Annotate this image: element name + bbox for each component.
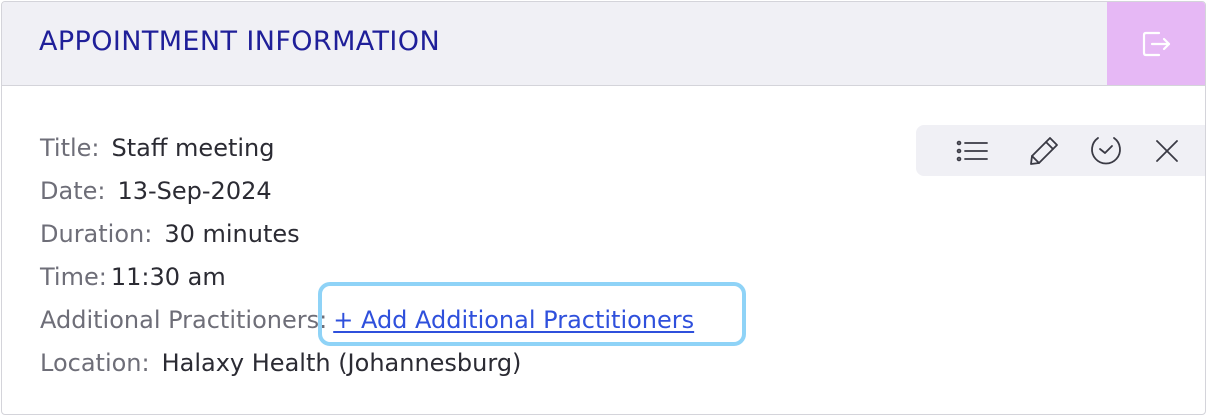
duration-value: 30 minutes	[164, 219, 300, 248]
edit-button[interactable]	[1027, 134, 1061, 168]
location-label: Location:	[40, 348, 150, 377]
panel-header: APPOINTMENT INFORMATION	[2, 2, 1205, 86]
reschedule-button[interactable]	[1089, 134, 1123, 168]
duration-label: Duration:	[40, 219, 153, 248]
panel-title: APPOINTMENT INFORMATION	[39, 26, 441, 57]
title-label: Title:	[40, 133, 100, 162]
date-value: 13-Sep-2024	[117, 176, 272, 205]
exit-button[interactable]	[1107, 2, 1205, 85]
list-button[interactable]	[955, 134, 989, 168]
practitioners-row: Additional Practitioners: + Add Addition…	[40, 281, 747, 346]
practitioners-label: Additional Practitioners:	[40, 305, 328, 334]
add-practitioners-link[interactable]: + Add Additional Practitioners	[333, 306, 694, 334]
appointment-toolbar	[916, 125, 1205, 176]
title-value: Staff meeting	[111, 133, 275, 162]
time-value: 11:30 am	[110, 262, 226, 291]
close-icon	[1156, 140, 1178, 162]
appointment-details: Title: Staff meeting Date: 13-Sep-2024 D…	[40, 126, 747, 384]
location-row: Location: Halaxy Health (Johannesburg)	[40, 341, 694, 384]
time-label: Time:	[40, 262, 107, 291]
exit-icon	[1142, 31, 1171, 56]
appointment-panel: APPOINTMENT INFORMATION Title: Staff mee…	[1, 1, 1206, 415]
add-practitioners-focus: + Add Additional Practitioners	[318, 281, 747, 346]
duration-row: Duration: 30 minutes	[40, 212, 694, 255]
pencil-icon	[1030, 137, 1058, 165]
location-value: Halaxy Health (Johannesburg)	[161, 348, 522, 377]
list-icon	[956, 140, 988, 162]
clock-check-icon	[1091, 137, 1121, 165]
date-row: Date: 13-Sep-2024	[40, 169, 694, 212]
title-row: Title: Staff meeting	[40, 126, 694, 169]
close-button[interactable]	[1150, 134, 1184, 168]
date-label: Date:	[40, 176, 106, 205]
